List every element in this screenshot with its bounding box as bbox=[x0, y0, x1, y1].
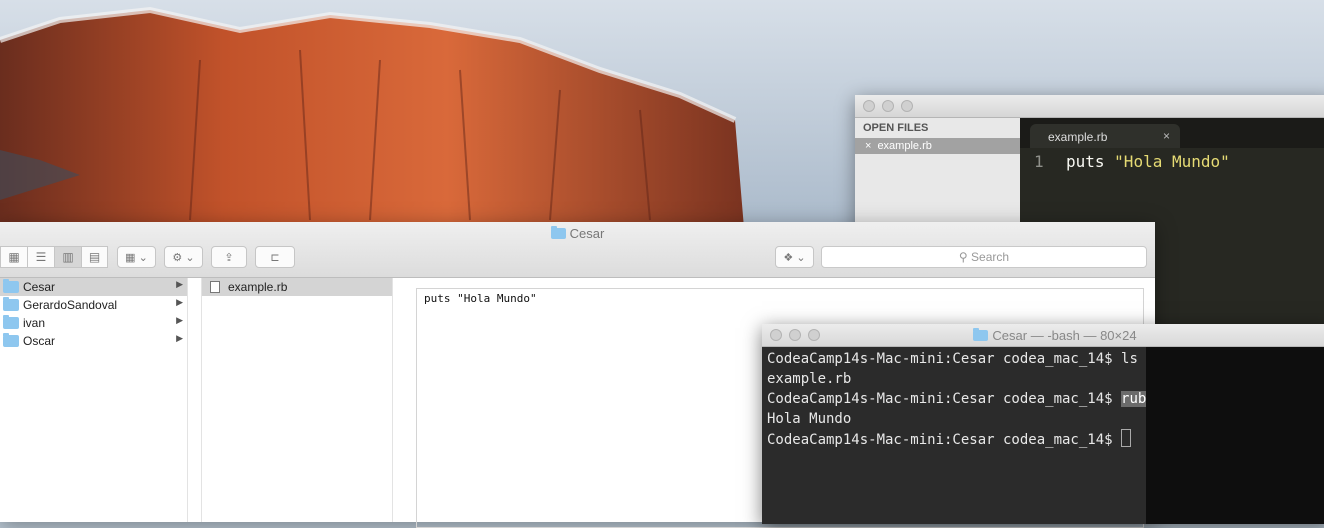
terminal-line: CodeaCamp14s-Mac-mini:Cesar codea_mac_14… bbox=[767, 349, 1146, 369]
window-title: Cesar bbox=[0, 226, 1155, 241]
gear-icon: ⚙ ⌄ bbox=[172, 251, 195, 264]
document-icon bbox=[210, 281, 220, 293]
file-column: example.rb bbox=[201, 278, 393, 522]
chevron-right-icon: ▶ bbox=[176, 333, 183, 343]
share-button[interactable]: ⇪ bbox=[211, 246, 247, 268]
close-icon[interactable]: × bbox=[865, 140, 871, 152]
file-label: example.rb bbox=[228, 280, 288, 294]
folder-item[interactable]: Cesar ▶ bbox=[0, 278, 187, 296]
dropbox-icon: ❖ ⌄ bbox=[783, 251, 806, 264]
file-item[interactable]: example.rb bbox=[202, 278, 392, 296]
folder-item[interactable]: Oscar ▶ bbox=[0, 332, 187, 350]
line-number: 1 bbox=[1034, 152, 1044, 171]
grid-icon: ▦ ⌄ bbox=[125, 251, 148, 264]
tab-example-rb[interactable]: example.rb × bbox=[1030, 124, 1180, 148]
column-view-button[interactable]: ▥ bbox=[54, 246, 81, 268]
search-field[interactable]: ⚲ Search bbox=[821, 246, 1147, 268]
open-file-label: example.rb bbox=[877, 140, 932, 152]
finder-toolbar: Cesar ▦ ☰ ▥ ▤ ▦ ⌄ ⚙ ⌄ ⇪ ⊏ ❖ ⌄ ⚲ Search bbox=[0, 222, 1155, 278]
open-files-header: OPEN FILES bbox=[863, 122, 929, 134]
terminal-line: Hola Mundo bbox=[767, 409, 1146, 429]
folder-icon bbox=[973, 328, 989, 341]
view-mode-switcher: ▦ ☰ ▥ ▤ bbox=[0, 246, 108, 268]
folder-column: Cesar ▶ GerardoSandoval ▶ ivan ▶ Oscar ▶ bbox=[0, 278, 188, 522]
search-icon: ⚲ bbox=[958, 250, 968, 264]
code-keyword: puts bbox=[1066, 152, 1115, 171]
share-icon: ⇪ bbox=[224, 251, 234, 264]
terminal-line: CodeaCamp14s-Mac-mini:Cesar codea_mac_14… bbox=[767, 429, 1146, 449]
folder-icon bbox=[550, 226, 566, 239]
tag-icon: ⊏ bbox=[270, 251, 280, 264]
shell-output: example.rb bbox=[767, 371, 852, 387]
dropbox-button[interactable]: ❖ ⌄ bbox=[775, 246, 814, 268]
open-file-item[interactable]: × example.rb bbox=[855, 138, 1020, 154]
chevron-right-icon: ▶ bbox=[176, 279, 183, 289]
cover-flow-button[interactable]: ▤ bbox=[81, 246, 108, 268]
folder-label: Cesar bbox=[23, 280, 56, 294]
shell-prompt: CodeaCamp14s-Mac-mini:Cesar codea_mac_14… bbox=[767, 432, 1122, 448]
window-title: Cesar — -bash — 80×24 bbox=[762, 328, 1324, 343]
sublime-tabbar: example.rb × bbox=[1020, 118, 1324, 148]
arrange-button[interactable]: ▦ ⌄ bbox=[117, 246, 156, 268]
text-cursor bbox=[1121, 429, 1132, 447]
action-button[interactable]: ⚙ ⌄ bbox=[164, 246, 203, 268]
close-window-button[interactable] bbox=[863, 100, 875, 112]
tab-label: example.rb bbox=[1048, 130, 1108, 144]
shell-command: ls bbox=[1121, 351, 1138, 367]
folder-label: Oscar bbox=[23, 334, 56, 348]
window-controls bbox=[863, 100, 913, 112]
folder-icon bbox=[3, 297, 19, 311]
sublime-titlebar[interactable] bbox=[855, 95, 1324, 118]
window-title-text: Cesar — -bash — 80×24 bbox=[992, 328, 1137, 343]
close-icon[interactable]: × bbox=[1163, 129, 1170, 143]
icon-view-button[interactable]: ▦ bbox=[0, 246, 27, 268]
shell-output: Hola Mundo bbox=[767, 411, 852, 427]
minimize-window-button[interactable] bbox=[882, 100, 894, 112]
tags-button[interactable]: ⊏ bbox=[255, 246, 295, 268]
folder-item[interactable]: GerardoSandoval ▶ bbox=[0, 296, 187, 314]
folder-label: GerardoSandoval bbox=[23, 298, 118, 312]
window-title-text: Cesar bbox=[569, 226, 605, 241]
folder-icon bbox=[3, 333, 19, 347]
folder-icon bbox=[3, 315, 19, 329]
terminal-window: Cesar — -bash — 80×24 CodeaCamp14s-Mac-m… bbox=[762, 324, 1324, 524]
search-placeholder: Search bbox=[971, 250, 1010, 264]
folder-icon bbox=[3, 279, 19, 293]
shell-prompt: CodeaCamp14s-Mac-mini:Cesar codea_mac_14… bbox=[767, 391, 1122, 407]
folder-item[interactable]: ivan ▶ bbox=[0, 314, 187, 332]
chevron-right-icon: ▶ bbox=[176, 315, 183, 325]
code-string: "Hola Mundo" bbox=[1114, 152, 1230, 171]
terminal-line: CodeaCamp14s-Mac-mini:Cesar codea_mac_14… bbox=[767, 389, 1248, 409]
terminal-output[interactable]: CodeaCamp14s-Mac-mini:Cesar codea_mac_14… bbox=[762, 347, 1248, 524]
zoom-window-button[interactable] bbox=[901, 100, 913, 112]
terminal-titlebar[interactable]: Cesar — -bash — 80×24 bbox=[762, 324, 1324, 347]
code-line[interactable]: puts "Hola Mundo" bbox=[1066, 152, 1230, 171]
chevron-right-icon: ▶ bbox=[176, 297, 183, 307]
folder-label: ivan bbox=[23, 316, 46, 330]
preview-text: puts "Hola Mundo" bbox=[424, 292, 537, 305]
terminal-line: example.rb bbox=[767, 369, 1146, 389]
list-view-button[interactable]: ☰ bbox=[27, 246, 54, 268]
terminal-scroll-area bbox=[1146, 347, 1324, 524]
shell-prompt: CodeaCamp14s-Mac-mini:Cesar codea_mac_14… bbox=[767, 351, 1122, 367]
